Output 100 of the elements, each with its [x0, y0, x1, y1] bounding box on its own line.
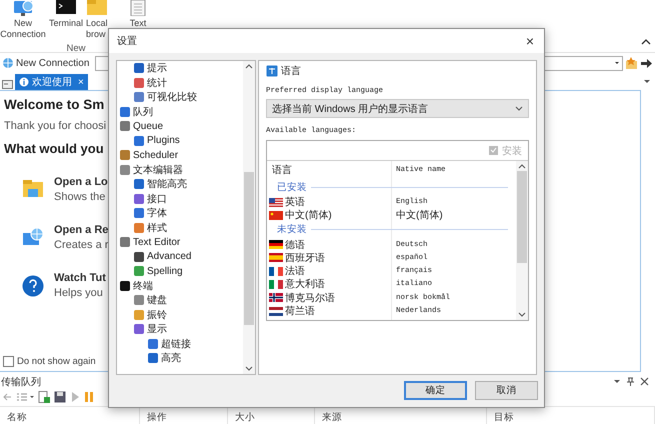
square-icon — [133, 76, 145, 89]
dropdown-icon[interactable] — [643, 77, 651, 85]
dialog-button[interactable]: 确定 — [404, 381, 467, 400]
tree-item[interactable]: Advanced — [117, 250, 243, 264]
flag-icon — [269, 266, 283, 276]
square-icon — [133, 294, 145, 306]
ribbon-button-label[interactable]: Local brow — [86, 18, 110, 40]
flag-icon — [269, 253, 283, 262]
square-icon — [133, 178, 145, 190]
ribbon-group-label: New — [65, 43, 86, 54]
flag-icon — [269, 280, 283, 289]
language-item[interactable]: 西班牙语 — [267, 250, 391, 265]
action-description: Creates a r — [54, 239, 108, 251]
square-icon — [119, 120, 131, 132]
square-icon — [133, 134, 145, 147]
tree-item[interactable]: 显示 — [117, 322, 243, 336]
go-arrow-icon[interactable] — [640, 56, 653, 70]
ribbon-button-label[interactable]: New Connection — [0, 18, 46, 40]
flag-icon — [269, 293, 283, 302]
add-file-icon[interactable] — [38, 390, 50, 403]
language-item[interactable]: 英语 — [267, 195, 391, 209]
close-button[interactable]: × — [524, 33, 536, 49]
tree-item[interactable]: Text Editor — [117, 235, 243, 250]
flag-icon — [269, 240, 283, 250]
ribbon-button-label[interactable]: Text — [130, 18, 146, 29]
pin-icon[interactable] — [626, 376, 635, 387]
tree-item[interactable]: 智能高亮 — [117, 177, 243, 192]
action-link[interactable]: Open a Re — [54, 224, 108, 236]
action-link[interactable]: Watch Tut — [54, 272, 106, 284]
scrollbar[interactable] — [516, 161, 528, 320]
action-link[interactable]: Open a Lo — [54, 176, 108, 188]
group-label: 已安装 — [277, 180, 307, 194]
tree-item[interactable]: 队列 — [117, 104, 243, 119]
connection-label: New Connection — [16, 58, 90, 68]
collapse-icon[interactable] — [641, 38, 651, 46]
language-item[interactable]: 博克马尔语 — [267, 290, 391, 305]
panel-icon[interactable] — [2, 79, 13, 90]
help-icon[interactable] — [22, 274, 44, 296]
tree-item[interactable]: 高亮 — [117, 351, 243, 366]
scroll-up-icon[interactable] — [245, 63, 253, 69]
scroll-down-icon[interactable] — [518, 312, 526, 318]
scrollbar[interactable] — [243, 61, 255, 374]
square-icon — [119, 280, 131, 292]
language-dropdown[interactable]: 选择当前 Windows 用户的显示语言 — [266, 99, 529, 118]
scroll-up-icon[interactable] — [518, 163, 526, 169]
dialog-button[interactable]: 取消 — [475, 381, 538, 400]
square-icon — [133, 222, 145, 234]
tree-item[interactable]: 样式 — [117, 220, 243, 235]
back-arrow-icon[interactable] — [2, 392, 12, 402]
flag-icon — [269, 198, 283, 206]
section-heading: What would you — [4, 141, 104, 156]
column-header[interactable]: 语言 — [267, 163, 391, 177]
info-icon — [19, 77, 29, 87]
tree-item[interactable]: 超链接 — [117, 336, 243, 351]
welcome-subtitle: Thank you for choosi — [4, 120, 106, 132]
checkbox[interactable] — [3, 356, 14, 367]
square-icon — [147, 338, 159, 350]
language-item[interactable]: 法语 — [267, 264, 391, 278]
square-icon — [133, 91, 145, 104]
document-icon[interactable] — [129, 0, 147, 16]
language-item[interactable]: 荷兰语 — [267, 304, 391, 318]
flag-icon — [269, 306, 283, 316]
language-item[interactable]: 中文(简体) — [267, 208, 391, 222]
tab[interactable]: 欢迎使用 × — [15, 74, 88, 90]
tree-item[interactable]: 字体 — [117, 206, 243, 220]
native-name: 中文(简体) — [395, 208, 444, 222]
action-description: Shows the — [54, 191, 106, 203]
language-item[interactable]: 德语 — [267, 238, 391, 252]
ribbon-button-label[interactable]: Terminal — [48, 18, 83, 29]
tree-item[interactable]: Queue — [117, 119, 243, 134]
save-icon[interactable] — [54, 390, 66, 403]
globe-icon[interactable] — [2, 57, 14, 69]
tree-item[interactable]: 终端 — [117, 278, 243, 293]
tree-item[interactable]: 可视化比较 — [117, 90, 243, 104]
close-icon[interactable] — [640, 376, 649, 386]
square-icon — [147, 352, 159, 364]
tree-item[interactable]: Plugins — [117, 134, 243, 148]
action-description: Helps you — [54, 287, 104, 299]
dialog-title: 设置 — [117, 34, 137, 48]
close-tab-button[interactable]: × — [78, 76, 84, 88]
tree-item[interactable]: 提示 — [117, 61, 243, 76]
monitor-icon[interactable] — [12, 0, 34, 16]
chevron-down-icon — [515, 105, 523, 112]
tree-item[interactable]: 振铃 — [117, 308, 243, 322]
tree-item[interactable]: 文本编辑器 — [117, 162, 243, 177]
tree-item[interactable]: Spelling — [117, 264, 243, 278]
tree-item[interactable]: 接口 — [117, 192, 243, 206]
dropdown-icon — [614, 60, 620, 66]
language-item[interactable]: 意大利语 — [267, 277, 391, 292]
terminal-icon[interactable] — [54, 0, 78, 16]
tree-item[interactable]: 统计 — [117, 76, 243, 90]
tree-item[interactable]: Scheduler — [117, 148, 243, 162]
welcome-title: Welcome to Sm — [4, 97, 104, 112]
square-icon — [133, 265, 145, 278]
list-view-icon[interactable] — [16, 392, 34, 402]
tree-item[interactable]: 键盘 — [117, 293, 243, 308]
checkbox-label: Do not show again — [17, 356, 96, 367]
scroll-down-icon[interactable] — [245, 366, 253, 372]
square-icon — [119, 106, 131, 118]
flag-icon — [269, 210, 283, 220]
